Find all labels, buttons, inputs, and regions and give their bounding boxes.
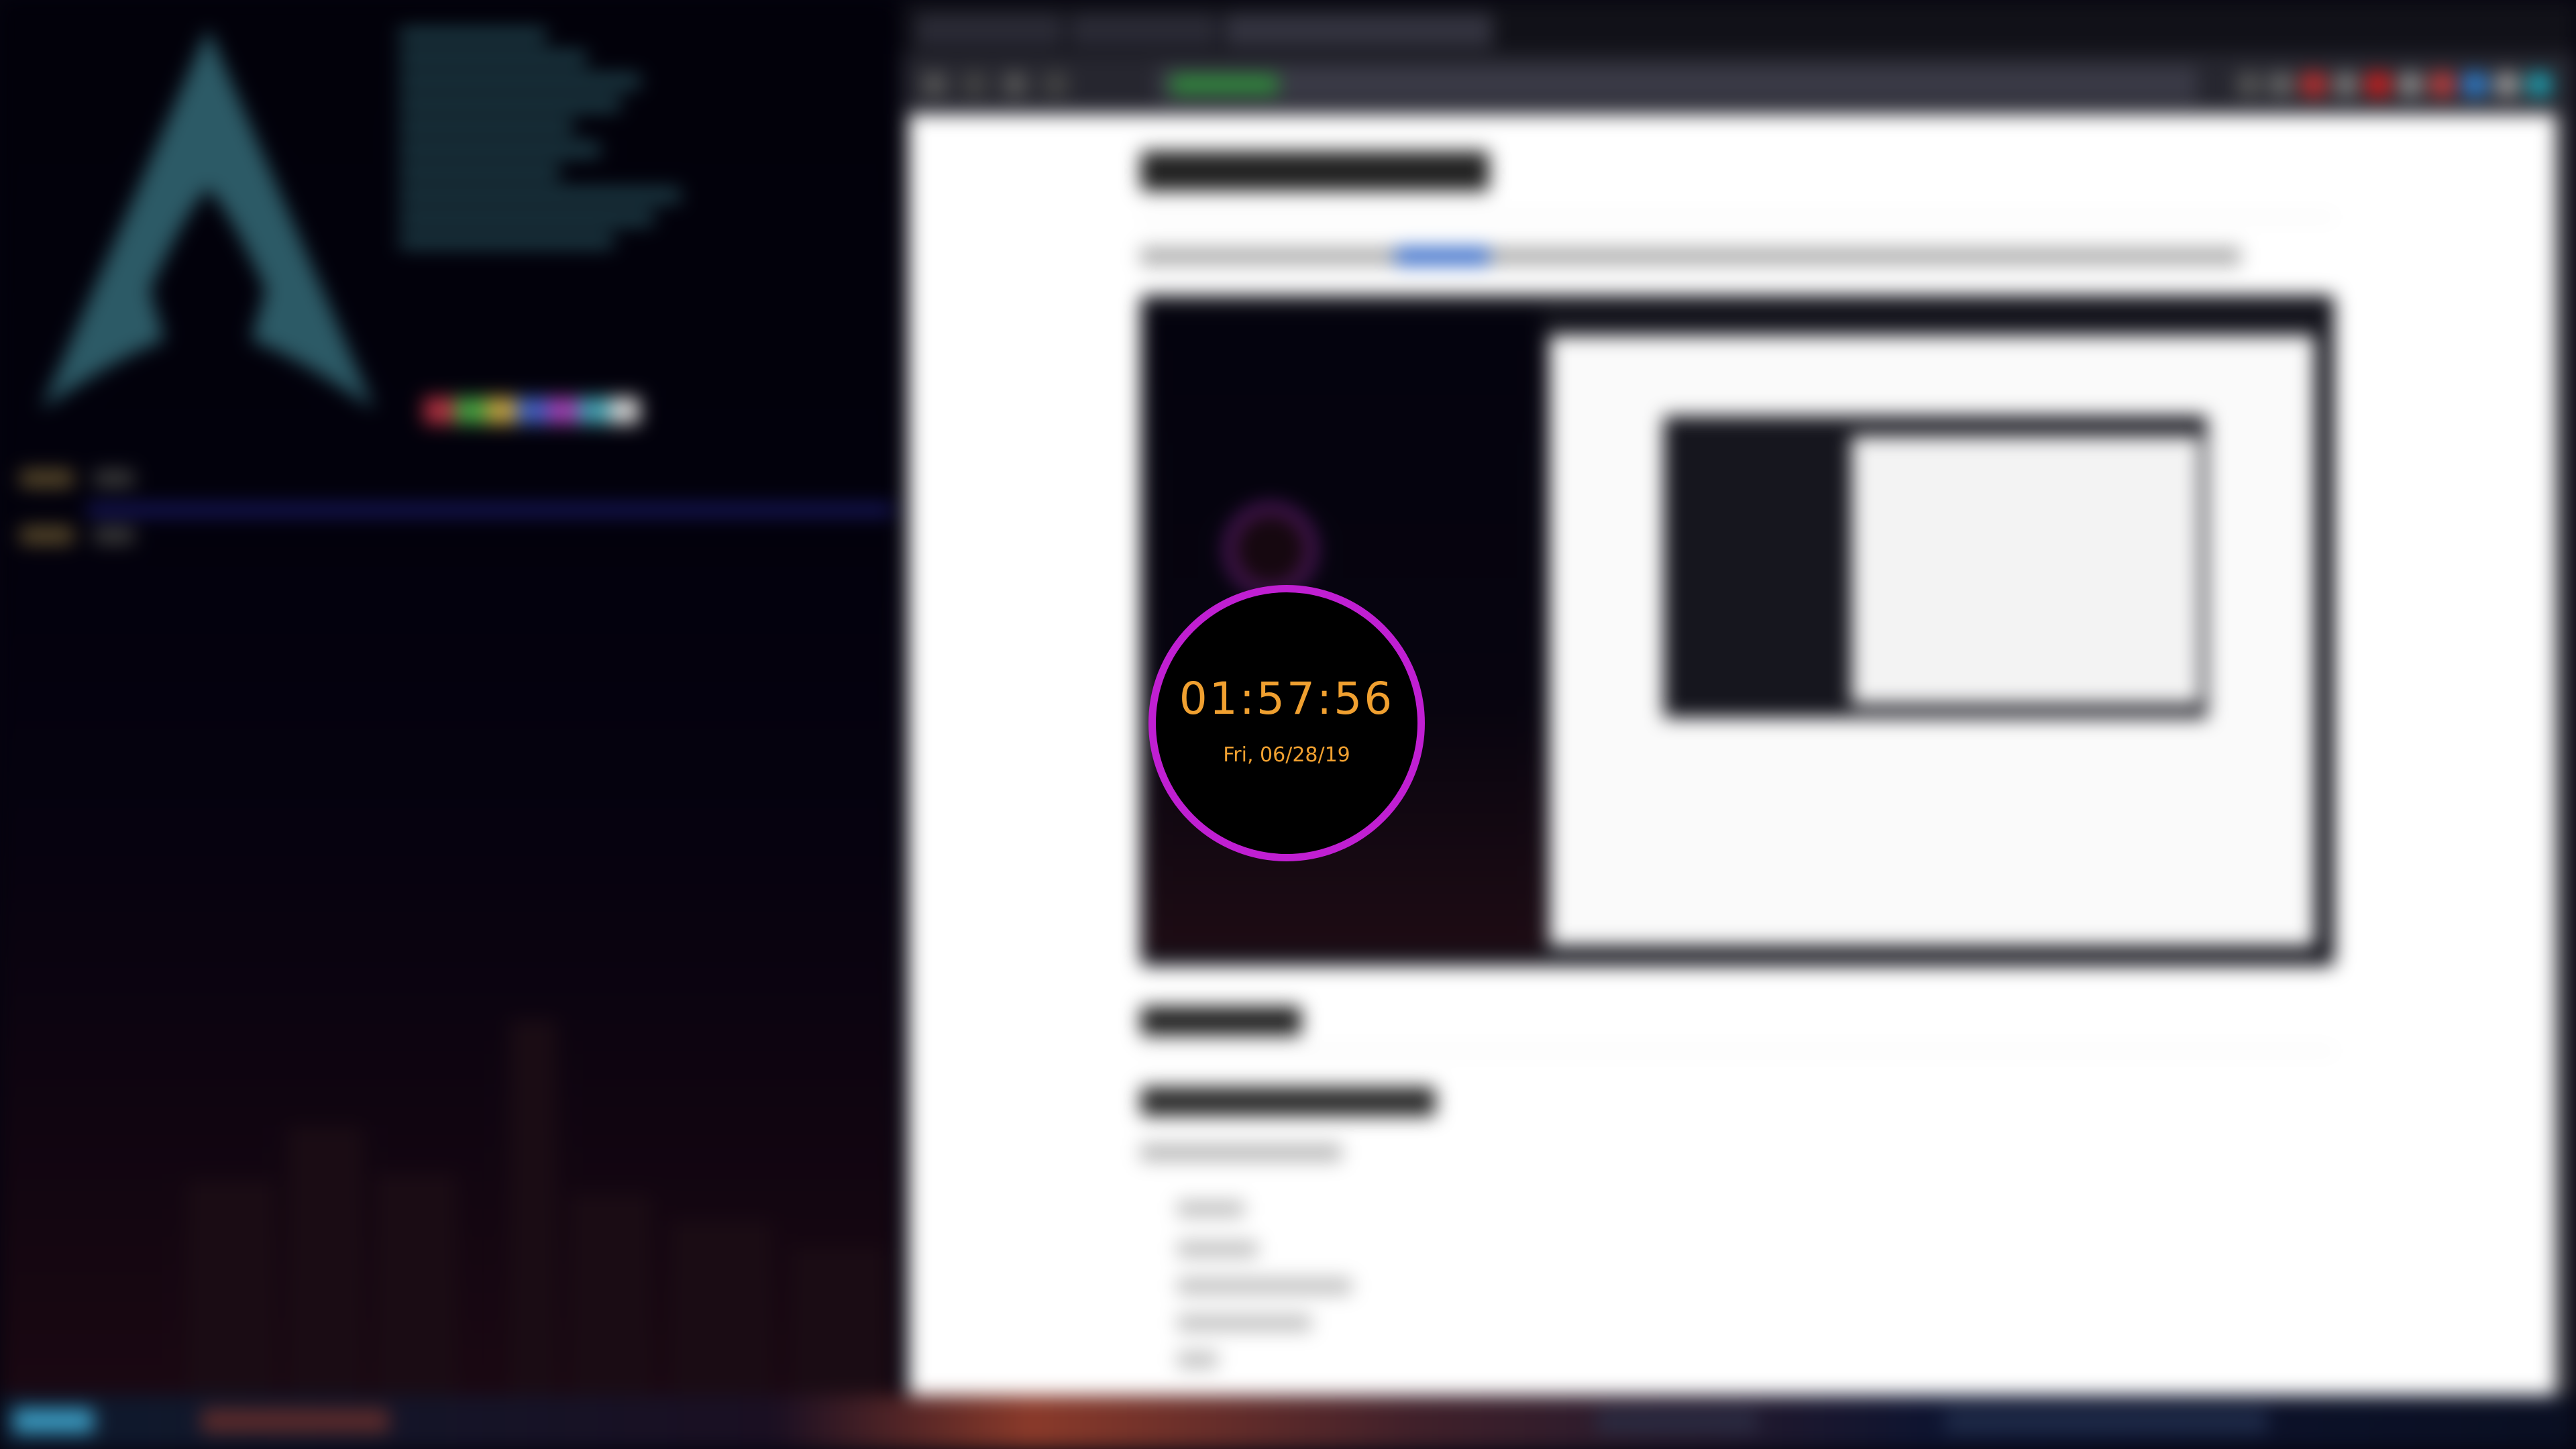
nested-screenshot bbox=[1664, 416, 2207, 718]
terminal-prompt bbox=[20, 470, 74, 487]
color-swatch bbox=[486, 397, 517, 424]
clock-time: 01:57:56 bbox=[1179, 673, 1395, 724]
status-bar-item bbox=[1945, 1409, 2267, 1433]
forward-icon[interactable] bbox=[963, 72, 987, 97]
color-swatch bbox=[609, 397, 640, 424]
subsection-heading bbox=[1140, 1087, 1436, 1116]
secure-site-indicator bbox=[1171, 75, 1278, 94]
terminal-prompt bbox=[94, 527, 134, 544]
back-icon[interactable] bbox=[922, 72, 947, 97]
terminal-divider bbox=[87, 504, 892, 515]
arch-linux-logo-icon bbox=[41, 29, 375, 409]
extension-icon[interactable] bbox=[2527, 72, 2551, 97]
list-item bbox=[1177, 1278, 1352, 1294]
address-bar[interactable] bbox=[1157, 67, 2197, 102]
page-heading bbox=[1140, 151, 1489, 191]
terminal-prompt bbox=[94, 470, 134, 487]
color-swatch bbox=[517, 397, 547, 424]
extension-icon[interactable] bbox=[2302, 72, 2326, 97]
color-swatch bbox=[455, 397, 486, 424]
list-item bbox=[1177, 1315, 1311, 1331]
color-swatch bbox=[578, 397, 609, 424]
system-info-block bbox=[399, 20, 748, 256]
clock-date: Fri, 06/28/19 bbox=[1223, 743, 1350, 767]
section-rule bbox=[1140, 1050, 2334, 1052]
extension-icon[interactable] bbox=[2463, 72, 2487, 97]
list-item bbox=[1177, 1201, 1244, 1217]
heading-rule bbox=[1140, 216, 2334, 218]
extension-icon[interactable] bbox=[2269, 72, 2294, 97]
workspace-indicator[interactable] bbox=[13, 1409, 94, 1433]
subsection-text bbox=[1140, 1144, 1342, 1161]
status-bar-item bbox=[201, 1409, 389, 1433]
extension-icon[interactable] bbox=[2366, 72, 2390, 97]
browser-tab-active[interactable] bbox=[1224, 13, 1493, 47]
extension-icon[interactable] bbox=[2237, 72, 2261, 97]
color-swatch bbox=[547, 397, 578, 424]
color-swatch bbox=[424, 397, 455, 424]
status-bar-item bbox=[1597, 1409, 1758, 1433]
terminal-pane[interactable] bbox=[0, 0, 896, 1395]
screenshot-webpage bbox=[1550, 335, 2314, 946]
list-item bbox=[1177, 1241, 1258, 1257]
terminal-prompt bbox=[20, 527, 74, 544]
browser-tab[interactable] bbox=[1070, 13, 1218, 47]
browser-toolbar bbox=[902, 54, 2576, 114]
extension-icon[interactable] bbox=[2334, 72, 2358, 97]
extension-icon[interactable] bbox=[2495, 72, 2519, 97]
extension-icon[interactable] bbox=[2398, 72, 2422, 97]
browser-tab[interactable] bbox=[916, 13, 1063, 47]
reload-icon[interactable] bbox=[1003, 72, 1027, 97]
screenshot-clock-ring-icon bbox=[1224, 503, 1317, 596]
intro-link[interactable] bbox=[1395, 247, 1489, 266]
intro-paragraph bbox=[1140, 247, 2241, 266]
terminal-color-swatches bbox=[424, 397, 640, 424]
section-heading bbox=[1140, 1006, 1301, 1036]
lock-clock-ring: 01:57:56 Fri, 06/28/19 bbox=[1148, 585, 1425, 861]
nested-webpage bbox=[1851, 436, 2200, 704]
extension-icon[interactable] bbox=[2430, 72, 2455, 97]
city-skyline-wallpaper bbox=[0, 926, 896, 1395]
browser-tab-bar bbox=[902, 0, 2576, 54]
home-icon[interactable] bbox=[1043, 72, 1067, 97]
list-item bbox=[1177, 1352, 1218, 1368]
browser-scrollbar[interactable] bbox=[2556, 114, 2576, 1395]
